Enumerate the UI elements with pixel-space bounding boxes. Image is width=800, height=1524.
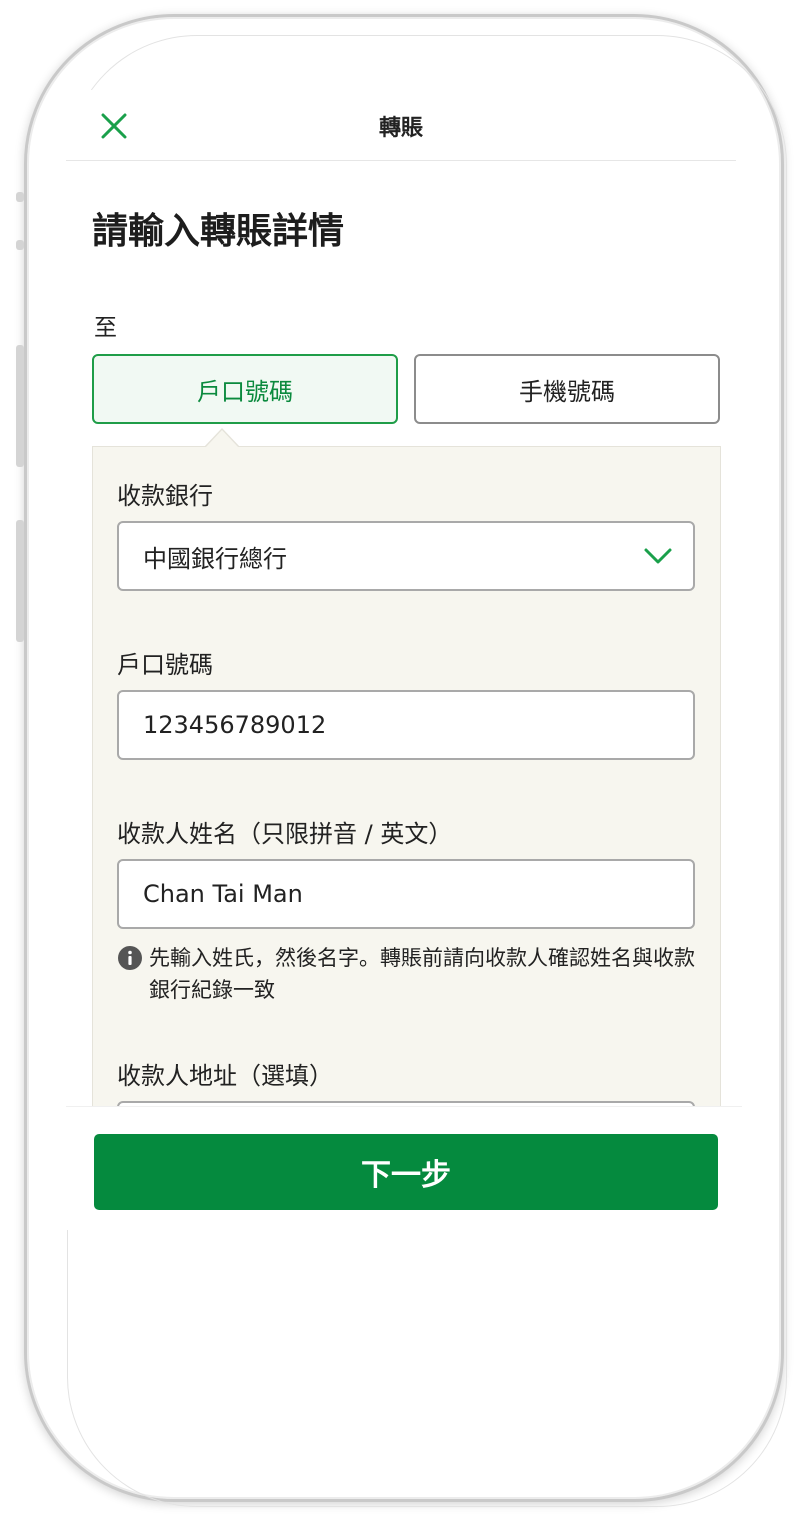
address-label: 收款人地址（選填）: [117, 1062, 333, 1090]
payee-name-hint-text: 先輸入姓氏，然後名字。轉賬前請向收款人確認姓名與收款銀行紀錄一致: [149, 946, 695, 1002]
payee-name-input[interactable]: Chan Tai Man: [117, 859, 695, 929]
side-button-volume-up: [16, 345, 24, 467]
side-button-mute: [16, 192, 24, 202]
tab-mobile-number[interactable]: 手機號碼: [414, 354, 720, 424]
page-title: 請輸入轉賬詳情: [92, 211, 345, 252]
payee-name-hint: 先輸入姓氏，然後名字。轉賬前請向收款人確認姓名與收款銀行紀錄一致: [117, 942, 697, 1006]
top-bar: 轉賬: [66, 90, 736, 161]
payee-name-label: 收款人姓名（只限拼音 / 英文）: [117, 820, 453, 848]
bank-select[interactable]: 中國銀行總行: [117, 521, 695, 591]
tab-account-number[interactable]: 戶口號碼: [92, 354, 398, 424]
payee-name-value: Chan Tai Man: [143, 880, 303, 908]
to-label: 至: [94, 315, 117, 341]
bank-value: 中國銀行總行: [143, 544, 287, 573]
account-label: 戶口號碼: [117, 651, 213, 679]
info-icon: [118, 946, 142, 970]
side-button-volume-down: [16, 520, 24, 642]
header-title: 轉賬: [378, 116, 423, 141]
app-screen: 轉賬 請輸入轉賬詳情 至 戶口號碼 手機號碼 收款銀行 中國銀行總行 戶口號碼 …: [66, 90, 742, 1230]
tab-pointer-fill: [205, 430, 239, 448]
bank-label: 收款銀行: [117, 482, 213, 510]
account-number-value: 123456789012: [143, 711, 327, 739]
side-button-mute-2: [16, 240, 24, 250]
account-number-input[interactable]: 123456789012: [117, 690, 695, 760]
next-button[interactable]: 下一步: [94, 1134, 718, 1210]
chevron-down-icon: [644, 548, 672, 564]
